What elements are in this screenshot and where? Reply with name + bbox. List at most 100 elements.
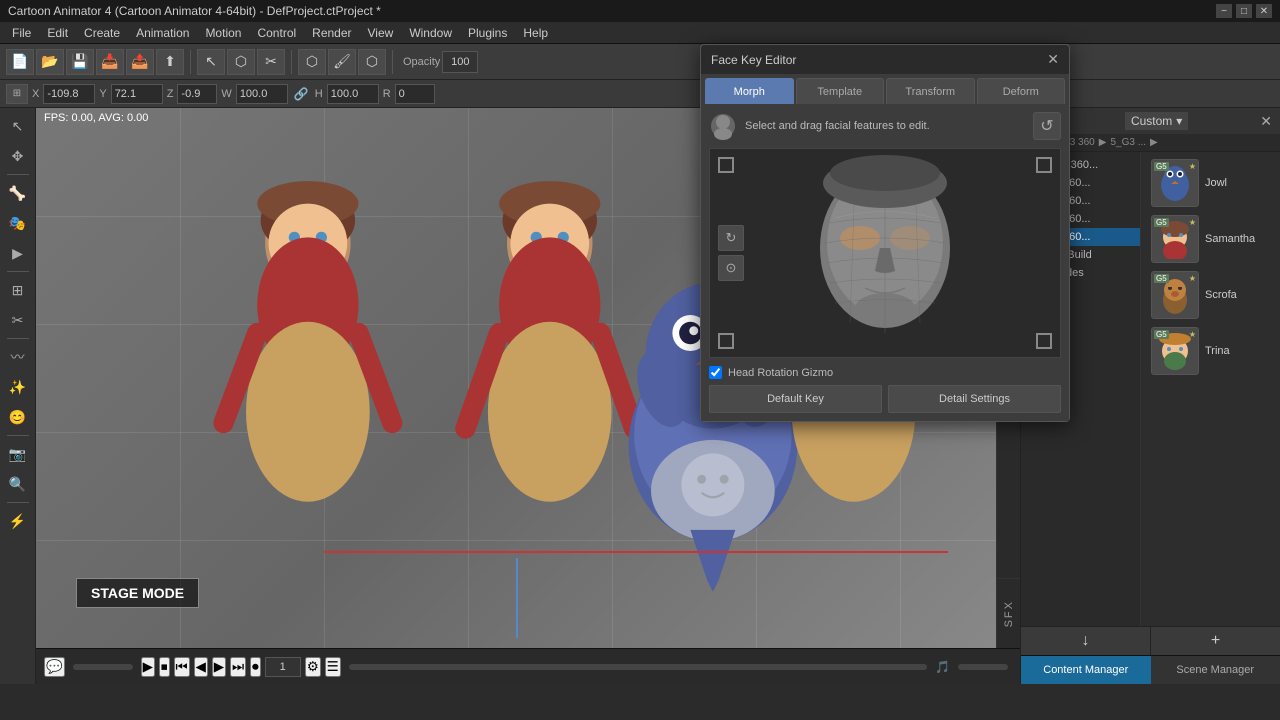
- export2-button[interactable]: ⬆: [156, 49, 184, 75]
- tool-puppet[interactable]: 🎭: [4, 209, 32, 237]
- menu-item-edit[interactable]: Edit: [39, 24, 76, 42]
- close-button[interactable]: ✕: [1256, 4, 1272, 18]
- maximize-button[interactable]: □: [1236, 4, 1252, 18]
- cm-close-button[interactable]: ✕: [1260, 113, 1272, 130]
- x-input[interactable]: [43, 84, 95, 104]
- fke-tab-template[interactable]: Template: [796, 78, 885, 104]
- save-button[interactable]: 💾: [66, 49, 94, 75]
- fke-reset-button[interactable]: ↺: [1033, 112, 1061, 140]
- play-button[interactable]: ▶: [141, 657, 155, 677]
- fke-tab-morph[interactable]: Morph: [705, 78, 794, 104]
- tool5-button[interactable]: 🖌: [328, 49, 356, 75]
- action-down-button[interactable]: ↓: [1021, 627, 1151, 655]
- fke-tab-transform[interactable]: Transform: [886, 78, 975, 104]
- h-input[interactable]: [327, 84, 379, 104]
- tool-camera[interactable]: 📷: [4, 440, 32, 468]
- fke-title: Face Key Editor: [711, 53, 796, 67]
- detail-settings-button[interactable]: Detail Settings: [888, 385, 1061, 413]
- new-button[interactable]: 📄: [6, 49, 34, 75]
- cm-dropdown[interactable]: Custom ▾: [1125, 112, 1188, 130]
- opacity-input[interactable]: 100: [442, 51, 478, 73]
- action-add-button[interactable]: +: [1151, 627, 1280, 655]
- char-card-samantha[interactable]: G5 ★ Samantha: [1145, 212, 1276, 266]
- tool-transform[interactable]: ✥: [4, 142, 32, 170]
- tool-bone[interactable]: 🦴: [4, 179, 32, 207]
- menu-item-plugins[interactable]: Plugins: [460, 24, 515, 42]
- gizmo-checkbox[interactable]: [709, 366, 722, 379]
- toolbar-sep1: [190, 50, 191, 74]
- default-key-button[interactable]: Default Key: [709, 385, 882, 413]
- fke-rotate-tool[interactable]: ↻: [718, 225, 744, 251]
- fke-handle-bl[interactable]: [718, 333, 734, 349]
- fke-handle-tl[interactable]: [718, 157, 734, 173]
- h-label: H: [315, 88, 323, 100]
- tab-content-manager[interactable]: Content Manager: [1021, 656, 1151, 684]
- step-fwd-button[interactable]: ▶: [212, 657, 226, 677]
- tool-select[interactable]: ↖: [4, 112, 32, 140]
- select-button[interactable]: ↖: [197, 49, 225, 75]
- tool-grid[interactable]: ⊞: [4, 276, 32, 304]
- menu-item-window[interactable]: Window: [401, 24, 460, 42]
- fke-handle-br[interactable]: [1036, 333, 1052, 349]
- fke-close-button[interactable]: ✕: [1047, 51, 1059, 68]
- frame-input[interactable]: [265, 657, 301, 677]
- menu-item-view[interactable]: View: [360, 24, 402, 42]
- menu-item-file[interactable]: File: [4, 24, 39, 42]
- fke-face-area[interactable]: ↻ ⊙: [709, 148, 1061, 358]
- tool2-button[interactable]: ⬡: [227, 49, 255, 75]
- menu-item-animation[interactable]: Animation: [128, 24, 197, 42]
- y-input[interactable]: [111, 84, 163, 104]
- cm-grid: G5 ★ Jowl: [1141, 152, 1280, 626]
- fke-hint: Select and drag facial features to edit.…: [709, 112, 1061, 140]
- tool-effect[interactable]: ✨: [4, 373, 32, 401]
- timeline-slider-right[interactable]: [349, 664, 927, 670]
- fke-handle-tr[interactable]: [1036, 157, 1052, 173]
- tool-extra[interactable]: ⚡: [4, 507, 32, 535]
- export-button[interactable]: 📤: [126, 49, 154, 75]
- tab-scene-manager[interactable]: Scene Manager: [1151, 656, 1280, 684]
- tool-animate[interactable]: ▶: [4, 239, 32, 267]
- char-name-samantha: Samantha: [1205, 233, 1255, 245]
- settings-button[interactable]: ⚙: [305, 657, 321, 677]
- list-button[interactable]: ☰: [325, 657, 341, 677]
- step-back-button[interactable]: ◀: [194, 657, 208, 677]
- timeline-chat[interactable]: 💬: [44, 657, 65, 677]
- char-card-trina[interactable]: G5 ★ Trina: [1145, 324, 1276, 378]
- char-card-scrofa[interactable]: G5 ★ Scrofa: [1145, 268, 1276, 322]
- tool-motion[interactable]: 〰: [4, 343, 32, 371]
- breadcrumb-sep2: ▶: [1099, 137, 1107, 148]
- open-button[interactable]: 📂: [36, 49, 64, 75]
- char-thumb-scrofa: G5 ★: [1151, 271, 1199, 319]
- menu-item-create[interactable]: Create: [76, 24, 128, 42]
- fke-buttons: Default Key Detail Settings: [709, 385, 1061, 413]
- timeline-slider-end[interactable]: [958, 664, 1008, 670]
- char-thumb-samantha: G5 ★: [1151, 215, 1199, 263]
- stop-button[interactable]: ⏹: [159, 657, 170, 677]
- tool4-button[interactable]: ⬡: [298, 49, 326, 75]
- char-card-jowl[interactable]: G5 ★ Jowl: [1145, 156, 1276, 210]
- tool-crop[interactable]: ✂: [4, 306, 32, 334]
- fke-tab-deform[interactable]: Deform: [977, 78, 1066, 104]
- next-button[interactable]: ⏭: [230, 657, 246, 677]
- fke-gizmo-label: Head Rotation Gizmo: [728, 367, 833, 379]
- tool3-button[interactable]: ✂: [257, 49, 285, 75]
- toolbar-sep2: [291, 50, 292, 74]
- tool6-button[interactable]: ⬡: [358, 49, 386, 75]
- timeline-slider-left[interactable]: [73, 664, 133, 670]
- menu-item-help[interactable]: Help: [515, 24, 556, 42]
- w-input[interactable]: [236, 84, 288, 104]
- menu-item-control[interactable]: Control: [249, 24, 304, 42]
- menu-item-render[interactable]: Render: [304, 24, 359, 42]
- fke-pan-tool[interactable]: ⊙: [718, 255, 744, 281]
- prev-button[interactable]: ⏮: [174, 657, 190, 677]
- menu-item-motion[interactable]: Motion: [197, 24, 249, 42]
- left-toolbar: ↖ ✥ 🦴 🎭 ▶ ⊞ ✂ 〰 ✨ 😊 📷 🔍 ⚡: [0, 108, 36, 684]
- import-button[interactable]: 📥: [96, 49, 124, 75]
- z-input[interactable]: [177, 84, 217, 104]
- grid-toggle[interactable]: ⊞: [6, 84, 28, 104]
- tool-zoom[interactable]: 🔍: [4, 470, 32, 498]
- minimize-button[interactable]: −: [1216, 4, 1232, 18]
- record-button[interactable]: ⏺: [250, 657, 261, 677]
- tool-face[interactable]: 😊: [4, 403, 32, 431]
- r-input[interactable]: [395, 84, 435, 104]
